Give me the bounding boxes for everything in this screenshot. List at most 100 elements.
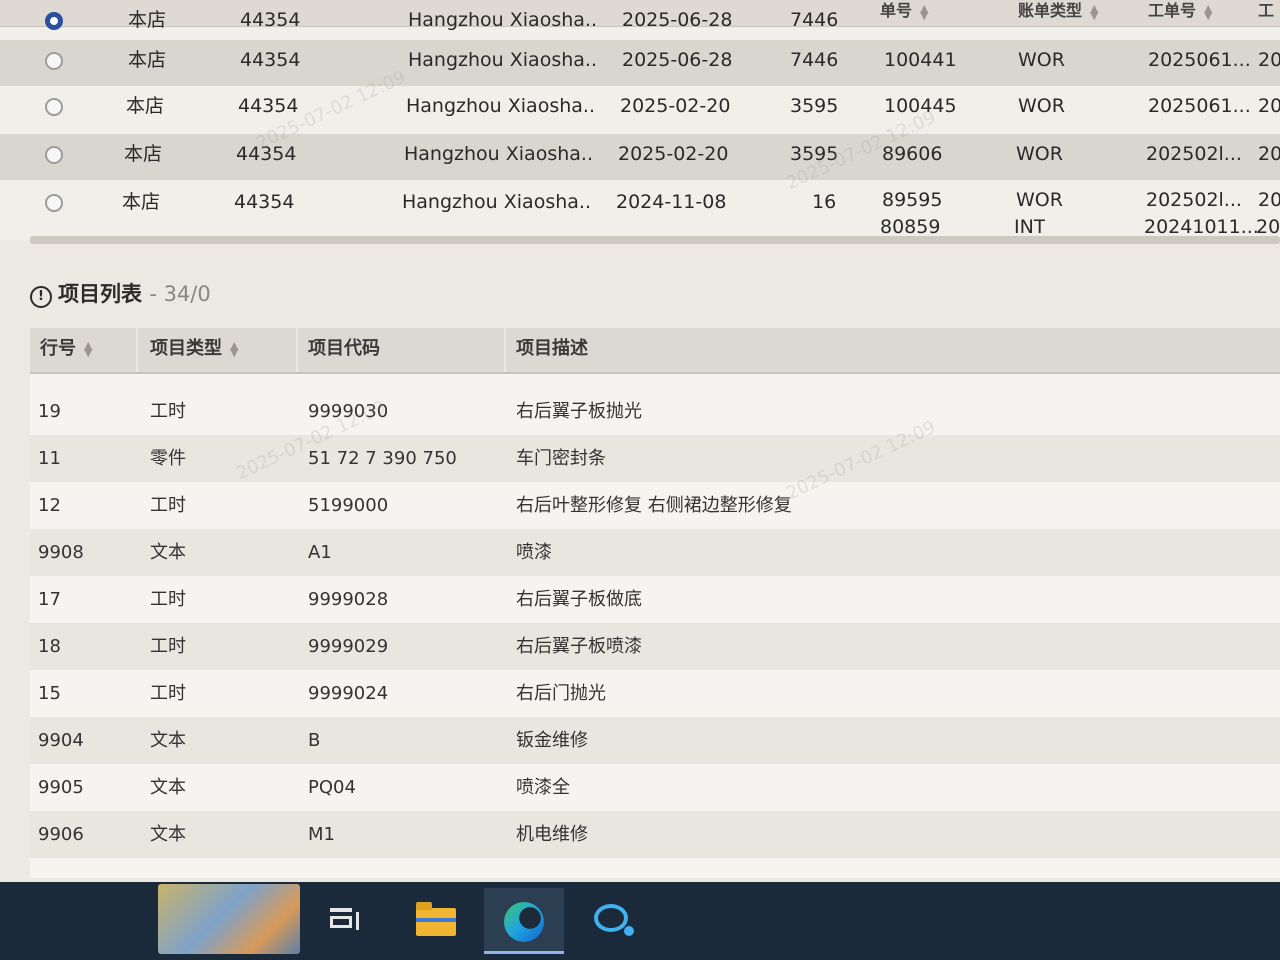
table-row[interactable]: 12 工时 5199000 右后叶整形修复 右侧裙边整形修复 bbox=[30, 482, 1280, 529]
date-cell: 2025-06-28 bbox=[622, 49, 733, 71]
item-type-cell: 文本 bbox=[150, 542, 186, 563]
column-divider[interactable] bbox=[136, 328, 138, 372]
number-cell: 3595 bbox=[790, 95, 839, 117]
column-divider[interactable] bbox=[504, 328, 506, 372]
line-no-cell: 17 bbox=[38, 589, 61, 610]
table-row[interactable]: 15 工时 9999024 右后门抛光 bbox=[30, 670, 1280, 717]
work-order-row[interactable]: 本店 44354 Hangzhou Xiaosha... 2025-02-20 … bbox=[0, 86, 1280, 132]
table-row[interactable]: 11 零件 51 72 7 390 750 车门密封条 bbox=[30, 435, 1280, 482]
windows-taskbar bbox=[0, 882, 1280, 960]
horizontal-scrollbar[interactable] bbox=[30, 236, 1280, 244]
number-cell: 7446 bbox=[790, 49, 839, 71]
order-no-cell: 202502l... bbox=[1146, 143, 1242, 165]
line-no-cell: 15 bbox=[38, 683, 61, 704]
column-divider[interactable] bbox=[296, 328, 298, 372]
table-row[interactable]: 9904 文本 B 钣金维修 bbox=[30, 717, 1280, 764]
task-view-button[interactable] bbox=[304, 888, 384, 954]
item-code-cell: 9999029 bbox=[308, 636, 389, 657]
line-no-cell: 12 bbox=[38, 495, 61, 516]
line-no-cell: 9905 bbox=[38, 777, 84, 798]
column-header-line-no[interactable]: 行号 ▲ ▼ bbox=[40, 328, 92, 372]
items-table-header: 行号 ▲ ▼ 项目类型 ▲ ▼ 项目代码 项目描述 bbox=[30, 328, 1280, 374]
item-type-cell: 文本 bbox=[150, 777, 186, 798]
order-no-cell: 2025061... bbox=[1148, 95, 1251, 117]
item-code-cell: 9999024 bbox=[308, 683, 389, 704]
row-radio[interactable] bbox=[45, 98, 63, 116]
date-cell: 2025-02-20 bbox=[620, 95, 731, 117]
store-cell: 本店 bbox=[126, 95, 165, 117]
bill-type-cell: WOR bbox=[1018, 49, 1065, 71]
table-row[interactable]: 18 工时 9999029 右后翼子板喷漆 bbox=[30, 623, 1280, 670]
item-code-cell: 5199000 bbox=[308, 495, 389, 516]
line-no-cell: 9906 bbox=[38, 824, 84, 845]
store-cell: 本店 bbox=[124, 143, 163, 165]
item-type-cell: 工时 bbox=[150, 683, 186, 704]
items-table: 行号 ▲ ▼ 项目类型 ▲ ▼ 项目代码 项目描述 19 工时 9999030 右后翼子… bbox=[30, 328, 1280, 878]
item-code-cell: 9999030 bbox=[308, 401, 389, 422]
extra-cell: 20 bbox=[1258, 49, 1280, 71]
line-no-cell: 19 bbox=[38, 401, 61, 422]
table-row[interactable]: 19 工时 9999030 右后翼子板抛光 bbox=[30, 388, 1280, 435]
item-desc-cell: 右后翼子板喷漆 bbox=[516, 636, 642, 657]
item-code-cell: 9999028 bbox=[308, 589, 389, 610]
row-radio[interactable] bbox=[45, 194, 63, 212]
table-row[interactable]: 17 工时 9999028 右后翼子板做底 bbox=[30, 576, 1280, 623]
item-desc-cell: 右后叶整形修复 右侧裙边整形修复 bbox=[516, 495, 792, 516]
column-header-item-desc[interactable]: 项目描述 bbox=[516, 328, 588, 372]
column-header-item-code[interactable]: 项目代码 bbox=[308, 328, 380, 372]
company-cell: Hangzhou Xiaosha... bbox=[408, 49, 598, 71]
table-row[interactable]: 9908 文本 A1 喷漆 bbox=[30, 529, 1280, 576]
item-desc-cell: 机电维修 bbox=[516, 824, 588, 845]
line-no-cell: 18 bbox=[38, 636, 61, 657]
file-explorer-icon bbox=[416, 902, 456, 936]
row-radio[interactable] bbox=[45, 52, 63, 70]
item-type-cell: 工时 bbox=[150, 401, 186, 422]
work-order-table: 单号 ▲ ▼ 账单类型 ▲ ▼ 工单号 ▲ ▼ 工 本店 44354 Hangzhou Xi… bbox=[0, 0, 1280, 244]
item-desc-cell: 右后翼子板做底 bbox=[516, 589, 642, 610]
item-desc-cell: 钣金维修 bbox=[516, 730, 588, 751]
sort-arrows-icon[interactable]: ▲ ▼ bbox=[230, 340, 238, 358]
item-desc-cell: 喷漆 bbox=[516, 542, 552, 563]
item-code-cell: PQ04 bbox=[308, 777, 356, 798]
order-no-cell: 2025061... bbox=[1148, 49, 1251, 71]
work-order-row[interactable]: 本店 44354 Hangzhou Xiaosha... 2025-02-20 … bbox=[0, 134, 1280, 180]
number-cell: 3595 bbox=[790, 143, 839, 165]
column-header-item-type[interactable]: 项目类型 ▲ ▼ bbox=[150, 328, 238, 372]
widgets-weather-icon[interactable] bbox=[158, 884, 300, 954]
chat-icon bbox=[594, 904, 634, 936]
company-cell: Hangzhou Xiaosha... bbox=[404, 143, 594, 165]
edge-browser-button[interactable] bbox=[484, 888, 564, 954]
bill-no-cell: 100445 bbox=[884, 95, 957, 117]
code-cell: 44354 bbox=[240, 49, 301, 71]
table-row[interactable]: 9906 文本 M1 机电维修 bbox=[30, 811, 1280, 858]
row-radio[interactable] bbox=[45, 146, 63, 164]
bill-no-cell: 100441 bbox=[884, 49, 957, 71]
company-cell: Hangzhou Xiaosha... bbox=[406, 95, 596, 117]
line-no-cell: 9904 bbox=[38, 730, 84, 751]
item-type-cell: 文本 bbox=[150, 730, 186, 751]
work-order-row[interactable]: 本店 44354 Hangzhou Xiaosha... 2025-06-28 … bbox=[0, 40, 1280, 86]
item-code-cell: A1 bbox=[308, 542, 332, 563]
item-type-cell: 工时 bbox=[150, 495, 186, 516]
bill-type-cell: WOR bbox=[1016, 143, 1063, 165]
item-type-cell: 零件 bbox=[150, 448, 186, 469]
code-cell: 44354 bbox=[236, 143, 297, 165]
item-code-cell: M1 bbox=[308, 824, 335, 845]
row-radio-selected[interactable] bbox=[45, 12, 63, 30]
item-code-cell: 51 72 7 390 750 bbox=[308, 448, 457, 469]
date-cell: 2025-02-20 bbox=[618, 143, 729, 165]
item-desc-cell: 右后翼子板抛光 bbox=[516, 401, 642, 422]
chat-button[interactable] bbox=[572, 888, 652, 954]
line-no-cell: 9908 bbox=[38, 542, 84, 563]
table-row[interactable]: 9905 文本 PQ04 喷漆全 bbox=[30, 764, 1280, 811]
item-code-cell: B bbox=[308, 730, 321, 751]
bill-no-cell: 89606 bbox=[882, 143, 943, 165]
extra-cell: 20 bbox=[1258, 95, 1280, 117]
item-type-cell: 工时 bbox=[150, 589, 186, 610]
file-explorer-button[interactable] bbox=[396, 888, 476, 954]
sort-arrows-icon[interactable]: ▲ ▼ bbox=[84, 340, 92, 358]
code-cell: 44354 bbox=[238, 95, 299, 117]
item-desc-cell: 喷漆全 bbox=[516, 777, 570, 798]
bill-type-cell: WOR bbox=[1018, 95, 1065, 117]
item-desc-cell: 车门密封条 bbox=[516, 448, 606, 469]
